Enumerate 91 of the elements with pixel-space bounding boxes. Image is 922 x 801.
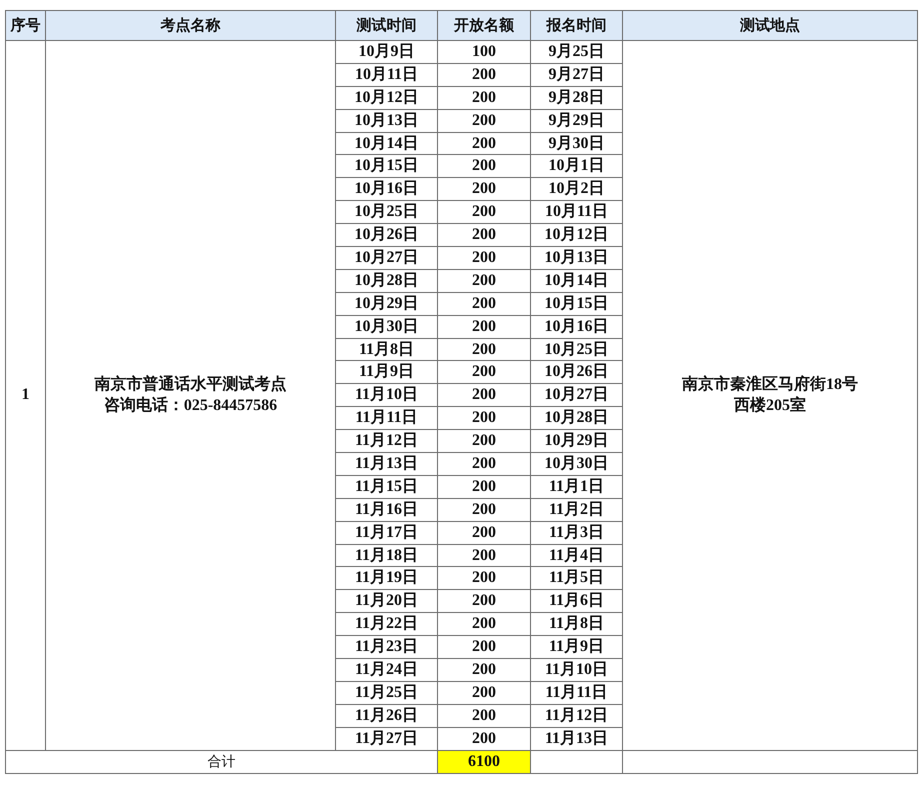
- table-cell: 11月6日: [530, 590, 622, 613]
- phone-number: 咨询电话：025-84457586: [104, 396, 278, 416]
- column-header: 开放名额: [438, 10, 530, 40]
- table-cell: 11月10日: [336, 384, 438, 407]
- table-cell: 200: [438, 498, 530, 522]
- table-cell: 200: [438, 475, 530, 498]
- table-cell: 200: [438, 86, 530, 110]
- table-cell: 200: [438, 315, 530, 338]
- table-cell: 200: [438, 658, 530, 682]
- table-cell: 10月30日: [530, 452, 622, 476]
- table-cell: 10月26日: [336, 224, 438, 247]
- table-cell: 11月16日: [336, 498, 438, 522]
- table-cell: 10月14日: [336, 132, 438, 155]
- table-cell: 11月8日: [336, 338, 438, 361]
- table-cell: 10月11日: [530, 200, 622, 224]
- column-header: 测试时间: [336, 10, 438, 40]
- table-cell: 10月15日: [336, 154, 438, 178]
- table-cell: 200: [438, 681, 530, 704]
- table-cell: 200: [438, 384, 530, 407]
- table-cell: 200: [438, 430, 530, 453]
- table-cell: 200: [438, 590, 530, 613]
- site-name: 南京市普通话水平测试考点: [94, 374, 286, 395]
- table-cell: 11月20日: [336, 590, 438, 613]
- table-cell: 11月25日: [336, 681, 438, 704]
- address-line: 南京市秦淮区马府街18号: [682, 374, 858, 395]
- table-cell: 200: [438, 452, 530, 476]
- table-cell: 10月9日: [336, 40, 438, 64]
- table-cell: 11月23日: [336, 636, 438, 659]
- table-cell: 200: [438, 360, 530, 384]
- table-cell: 200: [438, 612, 530, 636]
- table-cell: 10月12日: [336, 86, 438, 110]
- table-cell: 200: [438, 109, 530, 132]
- table-cell: 11月17日: [336, 521, 438, 544]
- table-cell: 200: [438, 338, 530, 361]
- table-cell: 11月8日: [530, 612, 622, 636]
- table-cell: 11月24日: [336, 658, 438, 682]
- table-cell: 200: [438, 727, 530, 750]
- table-cell: 9月25日: [530, 40, 622, 64]
- table-cell: 10月13日: [336, 109, 438, 132]
- table-cell: 11月18日: [336, 544, 438, 567]
- table-cell: 10月29日: [336, 292, 438, 316]
- table-cell: 11月22日: [336, 612, 438, 636]
- table-cell: 200: [438, 292, 530, 316]
- table-cell: 10月25日: [336, 200, 438, 224]
- table-cell: 11月5日: [530, 566, 622, 590]
- table-cell: 1: [6, 40, 46, 750]
- table-cell: 10月12日: [530, 224, 622, 247]
- table-cell: 10月30日: [336, 315, 438, 338]
- column-header: 测试地点: [622, 10, 918, 40]
- total-label: 合计: [6, 750, 438, 773]
- table-cell: 10月1日: [530, 154, 622, 178]
- column-header: 序号: [6, 10, 46, 40]
- column-header: 考点名称: [46, 10, 336, 40]
- table-cell: 11月10日: [530, 658, 622, 682]
- table-cell: 11月13日: [336, 452, 438, 476]
- table-cell: 11月19日: [336, 566, 438, 590]
- table-cell: 200: [438, 521, 530, 544]
- table-cell: 10月29日: [530, 430, 622, 453]
- table-cell: 10月27日: [336, 246, 438, 270]
- table-cell: 200: [438, 200, 530, 224]
- table-cell: 10月28日: [530, 406, 622, 430]
- table-cell: 200: [438, 224, 530, 247]
- table-cell: 11月11日: [336, 406, 438, 430]
- table-cell: 11月15日: [336, 475, 438, 498]
- table-cell: 10月2日: [530, 178, 622, 201]
- table-cell: 200: [438, 63, 530, 86]
- table-cell: 200: [438, 154, 530, 178]
- table-cell: 10月27日: [530, 384, 622, 407]
- table-cell: 11月26日: [336, 704, 438, 728]
- table-cell: 100: [438, 40, 530, 64]
- table-cell: 200: [438, 566, 530, 590]
- table-cell: 11月9日: [530, 636, 622, 659]
- total-value: 6100: [438, 750, 530, 773]
- table-cell: 200: [438, 269, 530, 292]
- table-cell: 200: [438, 246, 530, 270]
- table-cell: 200: [438, 704, 530, 728]
- table-cell: 10月13日: [530, 246, 622, 270]
- table-cell: 200: [438, 544, 530, 567]
- column-header: 报名时间: [530, 10, 622, 40]
- table-cell: 11月9日: [336, 360, 438, 384]
- table-cell: 200: [438, 132, 530, 155]
- table-cell: 11月27日: [336, 727, 438, 750]
- address-line: 西楼205室: [734, 395, 806, 416]
- table-cell: 200: [438, 406, 530, 430]
- table-cell: 11月12日: [336, 430, 438, 453]
- table-cell: 200: [438, 636, 530, 659]
- table-cell: 10月28日: [336, 269, 438, 292]
- table-cell: 10月11日: [336, 63, 438, 86]
- table-cell: 10月26日: [530, 360, 622, 384]
- table-cell: 200: [438, 178, 530, 201]
- table-cell: 10月16日: [336, 178, 438, 201]
